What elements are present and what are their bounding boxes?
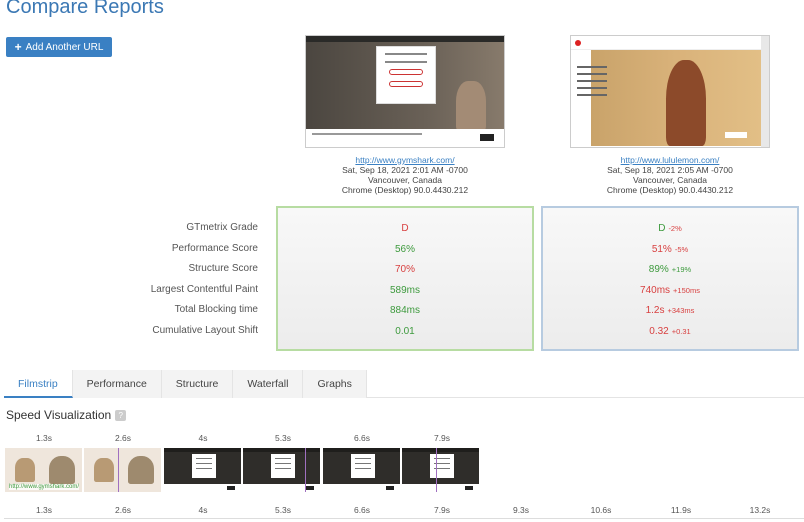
filmstrip-frame[interactable] bbox=[84, 448, 161, 492]
speed-visualization-title: Speed Visualization? bbox=[6, 408, 127, 422]
report-1-browser: Chrome (Desktop) 90.0.4430.212 bbox=[341, 185, 469, 195]
metrics-labels: GTmetrix Grade Performance Score Structu… bbox=[100, 218, 258, 341]
tab-graphs[interactable]: Graphs bbox=[303, 370, 367, 398]
report-1-cls: 0.01 bbox=[395, 325, 415, 337]
report-2-performance: 51% bbox=[651, 243, 672, 255]
report-2-screenshot[interactable] bbox=[570, 35, 770, 148]
tick-label: 7.9s bbox=[433, 433, 451, 443]
filmstrip-frame[interactable]: http://www.gymshark.com/ bbox=[5, 448, 82, 492]
report-1-grade: D bbox=[401, 223, 409, 234]
metric-label: GTmetrix Grade bbox=[186, 222, 258, 233]
metric-label: Structure Score bbox=[188, 263, 258, 274]
speed-visualization-label: Speed Visualization bbox=[6, 408, 112, 422]
report-1-performance: 56% bbox=[394, 243, 415, 255]
report-tabs: Filmstrip Performance Structure Waterfal… bbox=[4, 370, 804, 398]
report-2-lcp: 740ms bbox=[640, 284, 671, 296]
frame-caption: http://www.gymshark.com/ bbox=[9, 484, 80, 490]
report-2-cls: 0.32 bbox=[649, 325, 669, 337]
tick-label: 9.3s bbox=[512, 505, 530, 515]
report-2-date: Sat, Sep 18, 2021 2:05 AM -0700 bbox=[607, 165, 733, 175]
add-url-label: Add Another URL bbox=[25, 41, 104, 53]
filmstrip-frame[interactable] bbox=[243, 448, 320, 492]
tick-label: 1.3s bbox=[35, 433, 53, 443]
report-2-structure-delta: +19% bbox=[671, 265, 692, 274]
report-1-screenshot[interactable] bbox=[305, 35, 505, 148]
tick-label: 6.6s bbox=[353, 505, 371, 515]
report-1-metrics: D 56% 70% 589ms 884ms 0.01 bbox=[276, 206, 534, 351]
tick-label: 7.9s bbox=[433, 505, 451, 515]
tick-label: 11.9s bbox=[670, 505, 692, 515]
report-2-lcp-delta: +150ms bbox=[673, 285, 700, 295]
report-2-structure: 89% bbox=[648, 264, 669, 275]
report-1-location: Vancouver, Canada bbox=[367, 175, 443, 185]
report-1-date: Sat, Sep 18, 2021 2:01 AM -0700 bbox=[342, 165, 468, 175]
report-2-metrics: D -2% 51% -5% 89% +19% 740ms +150ms 1.2s +343… bbox=[541, 206, 799, 351]
metric-label: Cumulative Layout Shift bbox=[152, 324, 258, 336]
plus-icon: + bbox=[14, 40, 22, 54]
tab-waterfall[interactable]: Waterfall bbox=[233, 370, 304, 398]
report-2-tbt-delta: +343ms bbox=[667, 306, 695, 315]
report-1-url[interactable]: http://www.gymshark.com/ bbox=[305, 155, 505, 165]
filmstrip-frame[interactable] bbox=[164, 448, 241, 492]
add-url-button[interactable]: + Add Another URL bbox=[6, 37, 112, 57]
tick-label: 5.3s bbox=[274, 433, 292, 443]
tick-label: 2.6s bbox=[114, 433, 132, 443]
tick-label: 4s bbox=[198, 505, 208, 515]
timeline-bar bbox=[4, 518, 804, 522]
report-2-grade-delta: -2% bbox=[668, 224, 682, 233]
tick-label: 1.3s bbox=[35, 505, 53, 515]
metric-label: Total Blocking time bbox=[174, 304, 258, 315]
tab-structure[interactable]: Structure bbox=[161, 370, 234, 398]
tab-performance[interactable]: Performance bbox=[72, 370, 162, 398]
report-2-performance-delta: -5% bbox=[674, 244, 689, 254]
report-2-browser: Chrome (Desktop) 90.0.4430.212 bbox=[606, 185, 734, 195]
report-column-1: http://www.gymshark.com/ Sat, Sep 18, 20… bbox=[305, 35, 505, 195]
tick-label: 10.6s bbox=[590, 505, 612, 515]
metric-label: Largest Contentful Paint bbox=[150, 283, 258, 295]
report-2-grade: D bbox=[658, 223, 666, 234]
page-title: Compare Reports bbox=[6, 0, 164, 18]
report-2-cls-delta: +0.31 bbox=[671, 326, 691, 336]
help-icon[interactable]: ? bbox=[115, 410, 127, 421]
filmstrip-frame[interactable] bbox=[402, 448, 479, 492]
tick-label: 4s bbox=[198, 433, 208, 443]
filmstrip-frame[interactable] bbox=[323, 448, 400, 492]
report-column-2: http://www.lululemon.com/ Sat, Sep 18, 2… bbox=[570, 35, 770, 195]
report-2-tbt: 1.2s bbox=[645, 305, 665, 316]
tick-label: 5.3s bbox=[274, 505, 292, 515]
tick-label: 2.6s bbox=[114, 505, 132, 515]
tab-filmstrip[interactable]: Filmstrip bbox=[4, 370, 73, 398]
report-2-location: Vancouver, Canada bbox=[632, 175, 708, 185]
report-1-structure: 70% bbox=[394, 264, 415, 275]
report-2-url[interactable]: http://www.lululemon.com/ bbox=[570, 155, 770, 165]
tick-label: 6.6s bbox=[353, 433, 371, 443]
metric-label: Performance Score bbox=[171, 242, 258, 254]
tick-label: 13.2s bbox=[749, 505, 771, 515]
report-1-lcp: 589ms bbox=[389, 284, 420, 296]
report-1-tbt: 884ms bbox=[389, 305, 420, 316]
